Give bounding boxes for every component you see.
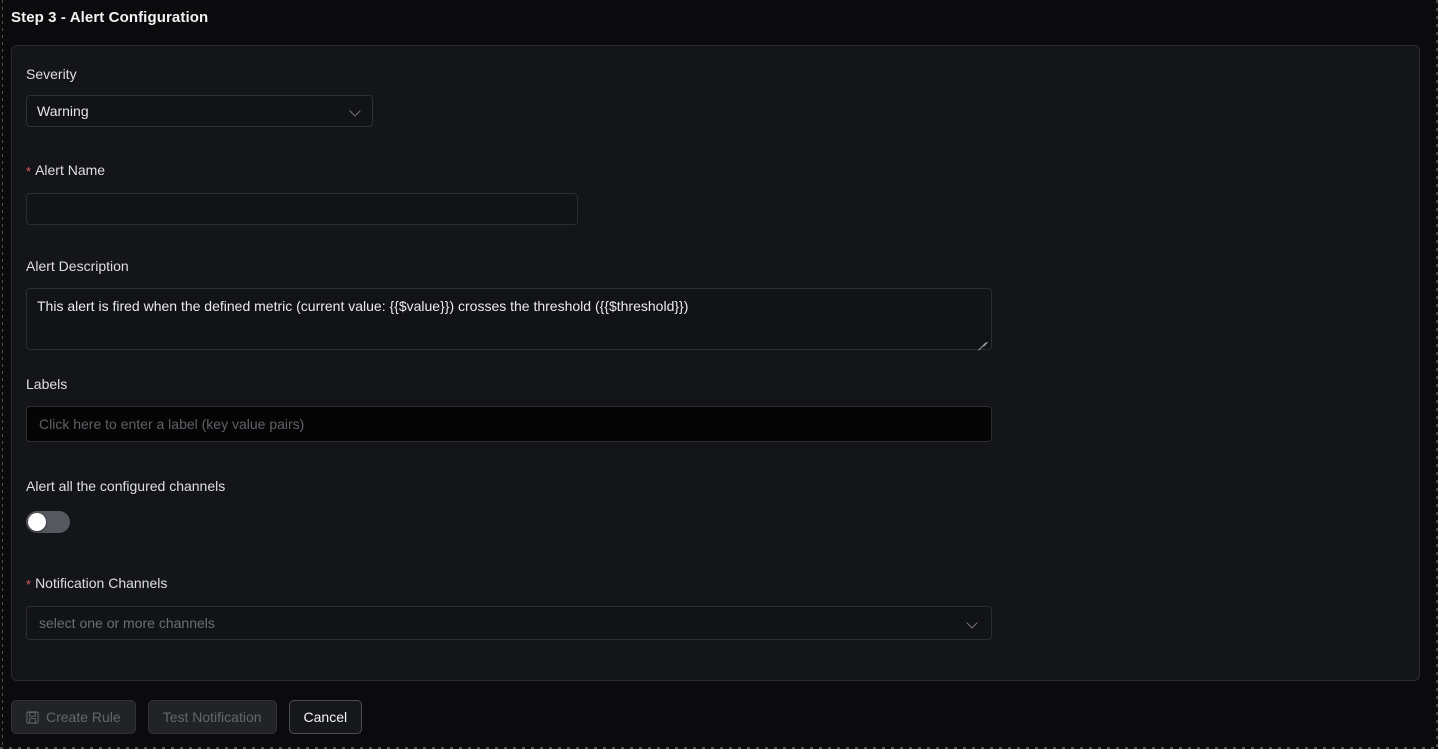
alert-description-field: Alert Description (26, 257, 992, 355)
alert-all-channels-label: Alert all the configured channels (26, 478, 226, 494)
notification-channels-select[interactable]: select one or more channels (26, 606, 992, 640)
required-asterisk-icon: * (26, 164, 32, 179)
notification-channels-label: * Notification Channels (26, 574, 992, 593)
cancel-button[interactable]: Cancel (288, 700, 363, 734)
severity-field: Severity Warning (26, 65, 373, 127)
notification-channels-field: * Notification Channels select one or mor… (26, 574, 992, 640)
labels-label: Labels (26, 376, 68, 392)
severity-label: Severity (26, 66, 77, 82)
alert-name-label-text: Alert Name (35, 162, 106, 178)
severity-select-value: Warning (37, 103, 89, 119)
labels-input[interactable] (26, 406, 992, 442)
footer-actions: Create Rule Test Notification Cancel (11, 700, 363, 734)
notification-channels-placeholder: select one or more channels (39, 615, 215, 631)
test-notification-button-label: Test Notification (162, 709, 262, 725)
save-icon (26, 710, 39, 724)
page-title: Step 3 - Alert Configuration (11, 9, 209, 26)
test-notification-button[interactable]: Test Notification (147, 700, 277, 734)
alert-configuration-card: Severity Warning * Alert Name Alert Descr… (11, 45, 1420, 681)
notification-channels-label-text: Notification Channels (35, 575, 168, 591)
toggle-knob (28, 513, 46, 531)
alert-all-channels-field: Alert all the configured channels (26, 477, 225, 533)
alert-description-textarea[interactable] (26, 288, 992, 350)
alert-all-channels-toggle[interactable] (26, 511, 70, 533)
chevron-down-icon (967, 617, 979, 629)
viewport-edge-left (2, 0, 3, 749)
severity-select[interactable]: Warning (26, 95, 373, 127)
alert-description-label: Alert Description (26, 258, 129, 274)
labels-field: Labels (26, 375, 992, 442)
create-rule-button-label: Create Rule (46, 709, 121, 725)
alert-name-label: * Alert Name (26, 161, 578, 180)
alert-configuration-screen: Step 3 - Alert Configuration Severity Wa… (0, 0, 1438, 749)
alert-name-field: * Alert Name (26, 161, 578, 225)
create-rule-button[interactable]: Create Rule (11, 700, 136, 734)
required-asterisk-icon: * (26, 577, 32, 592)
alert-description-textarea-wrap (26, 288, 992, 355)
alert-name-input[interactable] (26, 193, 578, 225)
cancel-button-label: Cancel (303, 709, 348, 725)
chevron-down-icon (350, 105, 362, 117)
